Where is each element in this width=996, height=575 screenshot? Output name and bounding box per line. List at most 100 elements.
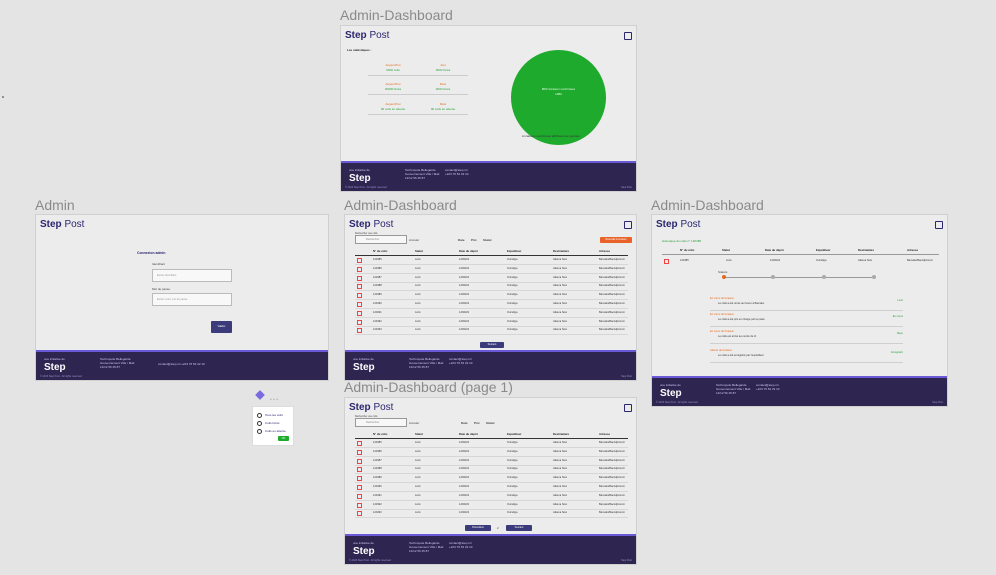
row-checkbox[interactable] bbox=[357, 493, 362, 499]
table-row[interactable]: 120493 Livré 12/09/22 Ouindiga Adama Sow Bama… bbox=[355, 326, 628, 336]
column-header[interactable]: Date du dépôt bbox=[459, 432, 478, 436]
column-header[interactable]: Statut bbox=[415, 249, 423, 253]
tab-statut[interactable]: Statut bbox=[486, 421, 495, 425]
popup-option[interactable]: Tous les colis bbox=[265, 413, 283, 417]
next-page-button[interactable]: Suivant bbox=[480, 342, 504, 348]
table-row[interactable]: 120493 Livré 12/09/22 Ouindiga Adama Sow Bama… bbox=[355, 509, 628, 519]
history-row[interactable]: 120485 Livré 12/09/22 Ouindiga Adama Sow… bbox=[662, 257, 939, 265]
row-checkbox[interactable] bbox=[357, 458, 362, 464]
table-row[interactable]: 120487 Livré 12/09/22 Ouindiga Adama Sow Bama… bbox=[355, 457, 628, 466]
row-checkbox[interactable] bbox=[357, 319, 362, 325]
timeline-step-icon bbox=[822, 275, 826, 279]
frame-admin-login[interactable]: Step Post Connexion admin Identifiant En… bbox=[35, 214, 329, 381]
table-row[interactable]: 120488 Livré 12/09/22 Ouindiga Adama Sow Bama… bbox=[355, 282, 628, 292]
table-cell: 120493 bbox=[373, 511, 382, 515]
table-row[interactable]: 120486 Livré 12/09/22 Ouindiga Adama Sow Bama… bbox=[355, 448, 628, 457]
radio-icon[interactable] bbox=[257, 413, 262, 418]
logout-icon[interactable] bbox=[624, 32, 632, 40]
column-header[interactable]: Destinataire bbox=[553, 249, 569, 253]
username-field[interactable]: Entrez identifiant bbox=[152, 269, 232, 282]
tab-date[interactable]: Date bbox=[458, 238, 465, 242]
filter-toggle[interactable]: Annuler bbox=[409, 238, 419, 242]
table-row[interactable]: 120489 Livré 12/09/22 Ouindiga Adama Sow Bama… bbox=[355, 291, 628, 301]
row-checkbox[interactable] bbox=[357, 284, 362, 290]
login-submit-button[interactable]: Valider bbox=[211, 321, 232, 333]
table-cell: Livré bbox=[415, 310, 421, 314]
row-checkbox[interactable] bbox=[357, 266, 362, 272]
column-header[interactable]: N° du colis bbox=[373, 249, 387, 253]
more-icon[interactable]: • • • bbox=[270, 397, 278, 403]
table-cell: Ouindiga bbox=[507, 284, 518, 288]
table-row[interactable]: 120491 Livré 12/09/22 Ouindiga Adama Sow Bama… bbox=[355, 309, 628, 318]
tab-statut[interactable]: Statut bbox=[483, 238, 492, 242]
history-status: En cours de livraison bbox=[710, 330, 735, 333]
brand-logo[interactable]: Step Post bbox=[349, 402, 393, 413]
table-row[interactable]: 120486 Livré 12/09/22 Ouindiga Adama Sow Bama… bbox=[355, 265, 628, 274]
column-header[interactable]: Destinataire bbox=[553, 432, 569, 436]
component-icon[interactable] bbox=[255, 390, 265, 400]
radio-icon[interactable] bbox=[257, 421, 262, 426]
column-header[interactable]: Adresse bbox=[599, 432, 610, 436]
row-checkbox[interactable] bbox=[357, 467, 362, 473]
tab-prix[interactable]: Prix bbox=[474, 421, 480, 425]
brand-logo[interactable]: Step Post bbox=[349, 219, 393, 230]
table-cell: Ouindiga bbox=[507, 458, 518, 462]
popup-option[interactable]: Colis en attente bbox=[265, 429, 286, 433]
tab-prix[interactable]: Prix bbox=[471, 238, 477, 242]
row-checkbox[interactable] bbox=[357, 302, 362, 307]
column-header[interactable]: Statut bbox=[415, 432, 423, 436]
table-row[interactable]: 120491 Livré 12/09/22 Ouindiga Adama Sow Bama… bbox=[355, 492, 628, 501]
search-input[interactable]: Rechercher bbox=[355, 418, 407, 427]
new-delivery-button[interactable]: Nouvelle Livraison bbox=[600, 237, 632, 243]
frame-stats-dashboard[interactable]: Step Post Les statistiques : Aujourd'hui… bbox=[340, 25, 637, 192]
footer-logo: Step bbox=[353, 362, 375, 373]
tab-date[interactable]: Date bbox=[461, 421, 468, 425]
filter-popup[interactable]: Tous les colis Colis livrés Colis en att… bbox=[252, 406, 294, 446]
row-checkbox[interactable] bbox=[357, 476, 362, 482]
table-cell: 12/09/22 bbox=[459, 476, 470, 480]
table-row[interactable]: 120488 Livré 12/09/22 Ouindiga Adama Sow Bama… bbox=[355, 465, 628, 475]
table-row[interactable]: 120490 Livré 12/09/22 Ouindiga Adama Sow Bama… bbox=[355, 483, 628, 492]
radio-icon[interactable] bbox=[257, 429, 262, 434]
prev-page-button[interactable]: Précédent bbox=[465, 525, 491, 531]
row-checkbox[interactable] bbox=[357, 511, 362, 517]
row-checkbox[interactable] bbox=[357, 485, 362, 490]
column-header[interactable]: Date du dépôt bbox=[459, 249, 478, 253]
table-row[interactable]: 120489 Livré 12/09/22 Ouindiga Adama Sow Bama… bbox=[355, 474, 628, 484]
table-row[interactable]: 120490 Livré 12/09/22 Ouindiga Adama Sow Bama… bbox=[355, 300, 628, 309]
column-header[interactable]: Expéditeur bbox=[507, 249, 521, 253]
row-checkbox[interactable] bbox=[357, 441, 362, 446]
brand-logo[interactable]: Step Post bbox=[40, 219, 84, 230]
frame-table-page1[interactable]: Step Post Rechercher une colis Recherche… bbox=[344, 397, 637, 565]
frame-table-dashboard[interactable]: Step Post Rechercher une colis Recherche… bbox=[344, 214, 637, 381]
logout-icon[interactable] bbox=[624, 404, 632, 412]
footer-contact: contact@step.ml +223 76 54 32 10 bbox=[449, 357, 473, 365]
table-row[interactable]: 120492 Livré 12/09/22 Ouindiga Adama Sow Bama… bbox=[355, 501, 628, 510]
column-header[interactable]: N° du colis bbox=[373, 432, 387, 436]
popup-option[interactable]: Colis livrés bbox=[265, 421, 280, 425]
row-checkbox[interactable] bbox=[357, 502, 362, 508]
frame-history-dashboard[interactable]: Step Post Historique du colis n° 120485 … bbox=[651, 214, 948, 407]
table-row[interactable]: 120485 Livré 12/09/22 Ouindiga Adama Sow Bama… bbox=[355, 256, 628, 265]
table-row[interactable]: 120487 Livré 12/09/22 Ouindiga Adama Sow Bama… bbox=[355, 274, 628, 283]
column-header[interactable]: Expéditeur bbox=[507, 432, 521, 436]
logout-icon[interactable] bbox=[624, 221, 632, 229]
row-checkbox[interactable] bbox=[664, 259, 669, 264]
row-checkbox[interactable] bbox=[357, 258, 362, 263]
logout-icon[interactable] bbox=[935, 221, 943, 229]
row-checkbox[interactable] bbox=[357, 275, 362, 281]
brand-logo[interactable]: Step Post bbox=[656, 219, 700, 230]
row-checkbox[interactable] bbox=[357, 328, 362, 334]
column-header[interactable]: Adresse bbox=[599, 249, 610, 253]
row-checkbox[interactable] bbox=[357, 293, 362, 299]
search-input[interactable]: Rechercher bbox=[355, 235, 407, 244]
table-row[interactable]: 120485 Livré 12/09/22 Ouindiga Adama Sow Bama… bbox=[355, 439, 628, 448]
filter-toggle[interactable]: Annuler bbox=[409, 421, 419, 425]
password-field[interactable]: Entrez votre mot de passe bbox=[152, 293, 232, 306]
table-row[interactable]: 120492 Livré 12/09/22 Ouindiga Adama Sow Bama… bbox=[355, 318, 628, 327]
row-checkbox[interactable] bbox=[357, 449, 362, 455]
popup-ok-button[interactable]: OK bbox=[278, 436, 289, 441]
brand-logo[interactable]: Step Post bbox=[345, 30, 389, 41]
row-checkbox[interactable] bbox=[357, 310, 362, 316]
next-page-button[interactable]: Suivant bbox=[506, 525, 532, 531]
